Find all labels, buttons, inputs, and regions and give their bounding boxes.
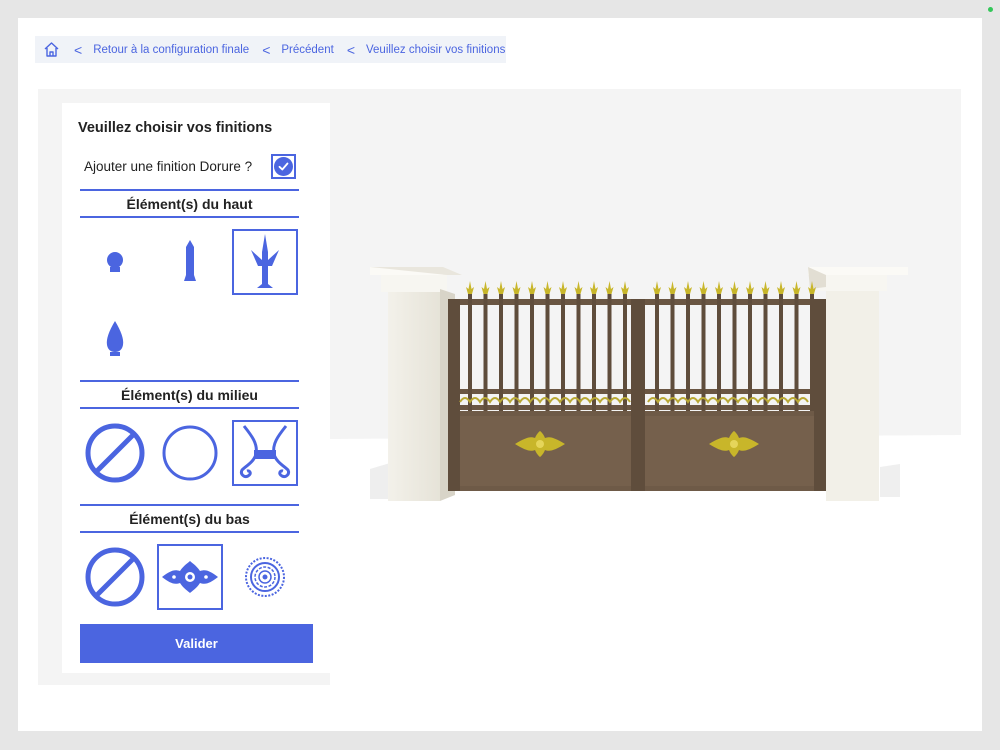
panel-title: Veuillez choisir vos finitions bbox=[78, 120, 273, 136]
breadcrumb-current[interactable]: Veuillez choisir vos finitions bbox=[366, 44, 505, 56]
gate-bar bbox=[499, 293, 503, 411]
gate-bar bbox=[514, 293, 519, 411]
spear-finial bbox=[653, 281, 661, 294]
chevron-left-icon: < bbox=[346, 41, 355, 58]
breadcrumb-previous[interactable]: Précédent bbox=[281, 44, 333, 56]
gate-bar bbox=[592, 293, 596, 411]
dorure-checkbox[interactable] bbox=[271, 154, 296, 179]
spear-finial bbox=[668, 281, 677, 294]
bottom-option-none[interactable] bbox=[82, 544, 148, 610]
top-option-ball-finial[interactable] bbox=[82, 229, 148, 295]
configurator-area: Veuillez choisir vos finitions Ajouter u… bbox=[38, 89, 961, 685]
home-icon[interactable] bbox=[41, 40, 61, 60]
gate-bar bbox=[732, 293, 737, 411]
chevron-left-icon: < bbox=[262, 41, 271, 58]
spear-finial bbox=[792, 281, 801, 294]
gate-bar bbox=[576, 293, 581, 411]
medallion-icon bbox=[245, 557, 285, 597]
gate-bar bbox=[561, 293, 565, 411]
gate-bar bbox=[763, 293, 768, 411]
gate-bar bbox=[779, 293, 783, 411]
chevron-left-icon: < bbox=[74, 41, 83, 58]
finish-options-panel: Veuillez choisir vos finitions Ajouter u… bbox=[62, 103, 330, 673]
gate-bar bbox=[717, 293, 721, 411]
top-option-post-finial[interactable] bbox=[157, 229, 223, 295]
validate-button[interactable]: Valider bbox=[80, 624, 313, 663]
app-screen: < Retour à la configuration finale < Pré… bbox=[18, 18, 982, 731]
spear-finial bbox=[497, 281, 505, 294]
spear-finial bbox=[621, 281, 629, 294]
gate-bar bbox=[701, 293, 706, 411]
spear-finial bbox=[543, 281, 552, 294]
status-indicator bbox=[988, 7, 993, 12]
gate-preview bbox=[330, 89, 961, 685]
top-option-flame-finial[interactable] bbox=[82, 304, 148, 370]
breadcrumb-back-to-config[interactable]: Retour à la configuration finale bbox=[93, 44, 249, 56]
spear-finial bbox=[746, 281, 754, 294]
middle-option-ring[interactable] bbox=[157, 420, 223, 486]
bottom-option-rosette-ornament[interactable] bbox=[157, 544, 223, 610]
spear-finial bbox=[466, 281, 474, 294]
spear-finial bbox=[512, 281, 521, 294]
spear-finial bbox=[605, 281, 614, 294]
middle-option-none[interactable] bbox=[82, 420, 148, 486]
section-middle-title: Élément(s) du milieu bbox=[80, 380, 299, 409]
spear-finial bbox=[761, 281, 770, 294]
top-option-spear-finial[interactable] bbox=[232, 229, 298, 295]
gate-bar bbox=[607, 293, 612, 411]
ring-icon bbox=[162, 425, 218, 481]
gate-bar bbox=[686, 293, 690, 411]
spear-finial bbox=[699, 281, 708, 294]
spear-finial bbox=[730, 281, 739, 294]
dorure-label: Ajouter une finition Dorure ? bbox=[84, 159, 253, 174]
gate-bar bbox=[810, 293, 814, 411]
checkmark-icon bbox=[274, 157, 293, 176]
gate-bar bbox=[655, 293, 659, 411]
spear-finial bbox=[590, 281, 598, 294]
breadcrumb: < Retour à la configuration finale < Pré… bbox=[35, 36, 506, 63]
spear-finial bbox=[481, 281, 490, 294]
section-bottom-title: Élément(s) du bas bbox=[80, 504, 299, 533]
gate-body bbox=[448, 281, 826, 491]
gate-bar bbox=[483, 293, 488, 411]
gate-bar bbox=[794, 293, 799, 411]
none-icon bbox=[85, 547, 145, 607]
none-icon bbox=[85, 423, 145, 483]
ball-finial-icon bbox=[107, 252, 123, 272]
spear-finial bbox=[684, 281, 692, 294]
bottom-option-medallion[interactable] bbox=[232, 544, 298, 610]
rosette-ornament-icon bbox=[162, 561, 218, 593]
spear-finial bbox=[528, 281, 536, 294]
post-finial-icon bbox=[184, 240, 196, 281]
gate-bar bbox=[468, 293, 472, 411]
gate-bar bbox=[545, 293, 550, 411]
spear-finial bbox=[715, 281, 723, 294]
gate-bar bbox=[748, 293, 752, 411]
gate-bar bbox=[623, 293, 627, 411]
flame-finial-icon bbox=[106, 321, 124, 356]
section-top-title: Élément(s) du haut bbox=[80, 189, 299, 218]
spear-finial bbox=[777, 281, 785, 294]
gate-bar bbox=[670, 293, 675, 411]
spear-finial bbox=[559, 281, 567, 294]
spear-finial-icon bbox=[251, 234, 279, 288]
middle-option-scroll-ornament[interactable] bbox=[232, 420, 298, 486]
scroll-ornament-icon bbox=[240, 425, 290, 478]
gate-bar bbox=[530, 293, 534, 411]
spear-finial bbox=[574, 281, 583, 294]
